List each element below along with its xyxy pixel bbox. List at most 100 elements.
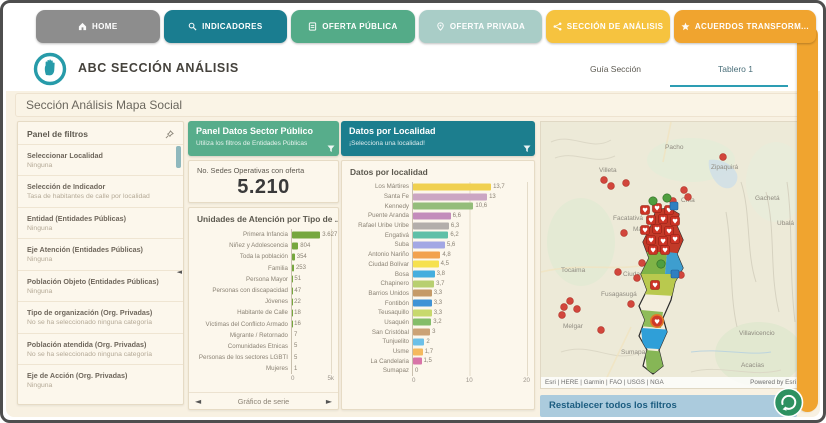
bar-row[interactable]: Engativá6,2	[348, 230, 528, 240]
bar-row[interactable]: Puente Aranda6,6	[348, 211, 528, 221]
pager-next-arrow[interactable]: ►	[326, 397, 332, 406]
pin-icon[interactable]	[165, 130, 174, 139]
bar[interactable]	[413, 271, 435, 278]
bar-row[interactable]: Antonio Nariño4,8	[348, 250, 528, 260]
map-heart-marker[interactable]: ♥	[659, 215, 668, 224]
filter-item[interactable]: Población atendida (Org. Privadas)No se …	[18, 333, 183, 364]
bar-row[interactable]: Personas con discapacidad47	[195, 285, 332, 296]
bar[interactable]	[413, 251, 440, 258]
map-point-marker[interactable]	[574, 306, 581, 313]
map-point-marker[interactable]	[720, 154, 727, 161]
refresh-circle-button[interactable]	[773, 387, 804, 418]
bar[interactable]	[413, 280, 434, 287]
bar-row[interactable]: Fontibón3,3	[348, 298, 528, 308]
bar[interactable]	[413, 329, 430, 336]
bar[interactable]	[413, 319, 431, 326]
map-heart-marker[interactable]: ♥	[651, 281, 660, 290]
map-heart-marker[interactable]: ♥	[671, 217, 680, 226]
map-heart-marker[interactable]: ♥	[661, 246, 670, 255]
map-point-marker[interactable]	[621, 230, 628, 237]
tab-acuerdos-transform[interactable]: ACUERDOS TRANSFORM...	[674, 10, 816, 43]
map-point-marker[interactable]	[634, 275, 641, 282]
filter-item[interactable]: Eje Atención (Entidades Públicas)Ninguna	[18, 238, 183, 269]
bar-row[interactable]: Toda la población354	[195, 251, 332, 262]
map-heart-marker[interactable]: ♥	[641, 206, 650, 215]
bar-row[interactable]: Usme1,7	[348, 347, 528, 357]
bar-row[interactable]: Los Mártires13,7	[348, 182, 528, 192]
filter-item[interactable]: Eje de Acción (Org. Privadas)Ninguna	[18, 364, 183, 395]
filter-scrollbar-thumb[interactable]	[176, 146, 181, 168]
bar-row[interactable]: Suba5,6	[348, 240, 528, 250]
bar-row[interactable]: Primera Infancia3.627	[195, 229, 332, 240]
bar-row[interactable]: Santa Fe13	[348, 192, 528, 202]
map-heart-marker[interactable]: ♥	[647, 216, 656, 225]
map-heart-marker[interactable]: ♥	[659, 237, 668, 246]
map-heart-marker[interactable]: ♥	[671, 235, 680, 244]
map-point-marker[interactable]	[639, 260, 646, 267]
bar[interactable]	[413, 338, 424, 345]
bar-row[interactable]: Tunjuelito2	[348, 337, 528, 347]
bar[interactable]	[413, 358, 422, 365]
map-heart-marker[interactable]: ♥	[641, 226, 650, 235]
bar-row[interactable]: Comunidades Étnicas5	[195, 341, 332, 352]
bar[interactable]	[292, 253, 295, 260]
bar-row[interactable]: Ciudad Bolívar4,5	[348, 260, 528, 270]
collapse-panel-arrow[interactable]: ◄	[177, 268, 182, 276]
tab-seccion-analisis[interactable]: SECCIÓN DE ANÁLISIS	[546, 10, 670, 43]
map-point-marker[interactable]	[623, 180, 630, 187]
map-point-marker[interactable]	[559, 312, 566, 319]
bar-row[interactable]: Familia253	[195, 263, 332, 274]
bar[interactable]	[413, 348, 423, 355]
map-point-marker[interactable]	[681, 187, 688, 194]
map-point-marker[interactable]	[561, 304, 568, 311]
bar-row[interactable]: Teusaquillo3,3	[348, 308, 528, 318]
bar[interactable]	[413, 222, 449, 229]
tab-oferta-publica[interactable]: OFERTA PÚBLICA	[291, 10, 415, 43]
bar-row[interactable]: Niñez y Adolescencia804	[195, 240, 332, 251]
bar-row[interactable]: Habitante de Calle18	[195, 307, 332, 318]
bar[interactable]	[413, 193, 487, 200]
bar[interactable]	[413, 232, 448, 239]
filter-item[interactable]: Población Objeto (Entidades Públicas)Nin…	[18, 270, 183, 301]
map-point-marker[interactable]	[615, 269, 622, 276]
bar[interactable]	[413, 261, 439, 268]
map-heart-marker[interactable]: ♥	[647, 236, 656, 245]
bar-row[interactable]: Chapinero3,7	[348, 279, 528, 289]
map-visual[interactable]: PachoZipaquiráVilletaGachetáChíaFacatati…	[540, 121, 801, 389]
filter-funnel-icon[interactable]	[327, 145, 335, 153]
bar-row[interactable]: Bosa3,8	[348, 269, 528, 279]
map-point-marker[interactable]	[567, 298, 574, 305]
bar-row[interactable]: Jóvenes22	[195, 296, 332, 307]
tab-oferta-privada[interactable]: OFERTA PRIVADA	[419, 10, 543, 43]
bar[interactable]	[292, 231, 320, 238]
bar-row[interactable]: Rafael Uribe Uribe6,3	[348, 221, 528, 231]
tab-home[interactable]: HOME	[36, 10, 160, 43]
tab-tablero-1[interactable]: Tablero 1	[718, 64, 753, 74]
filter-item[interactable]: Selección de IndicadorTasa de habitantes…	[18, 175, 183, 206]
bar[interactable]	[292, 242, 298, 249]
reset-filters-button[interactable]: Restablecer todos los filtros	[540, 395, 797, 417]
bar[interactable]	[413, 309, 432, 316]
pager-prev-arrow[interactable]: ◄	[195, 397, 201, 406]
map-point-marker[interactable]	[685, 194, 692, 201]
bar[interactable]	[413, 241, 445, 248]
bar-row[interactable]: Barrios Unidos3,3	[348, 289, 528, 299]
bar-row[interactable]: Mujeres1	[195, 363, 332, 374]
bar[interactable]	[413, 300, 432, 307]
map-point-marker[interactable]	[628, 301, 635, 308]
bar-row[interactable]: Persona Mayor51	[195, 274, 332, 285]
map-selected-marker[interactable]: ♥	[651, 315, 663, 327]
bar[interactable]	[413, 203, 473, 210]
filter-funnel-icon[interactable]	[523, 145, 531, 153]
filter-item[interactable]: Entidad (Entidades Públicas)Ninguna	[18, 207, 183, 238]
tab-indicadores[interactable]: INDICADORES	[164, 10, 288, 43]
map-heart-marker[interactable]: ♥	[653, 225, 662, 234]
map-point-marker[interactable]	[598, 327, 605, 334]
bar[interactable]	[413, 290, 432, 297]
bar-row[interactable]: San Cristóbal3	[348, 327, 528, 337]
filter-item[interactable]: Seleccionar LocalidadNinguna	[18, 144, 183, 175]
bar-row[interactable]: Usaquén3,2	[348, 318, 528, 328]
bar-row[interactable]: Kennedy10,6	[348, 201, 528, 211]
map-heart-marker[interactable]: ♥	[649, 246, 658, 255]
bar-row[interactable]: Migrante / Retornado7	[195, 330, 332, 341]
